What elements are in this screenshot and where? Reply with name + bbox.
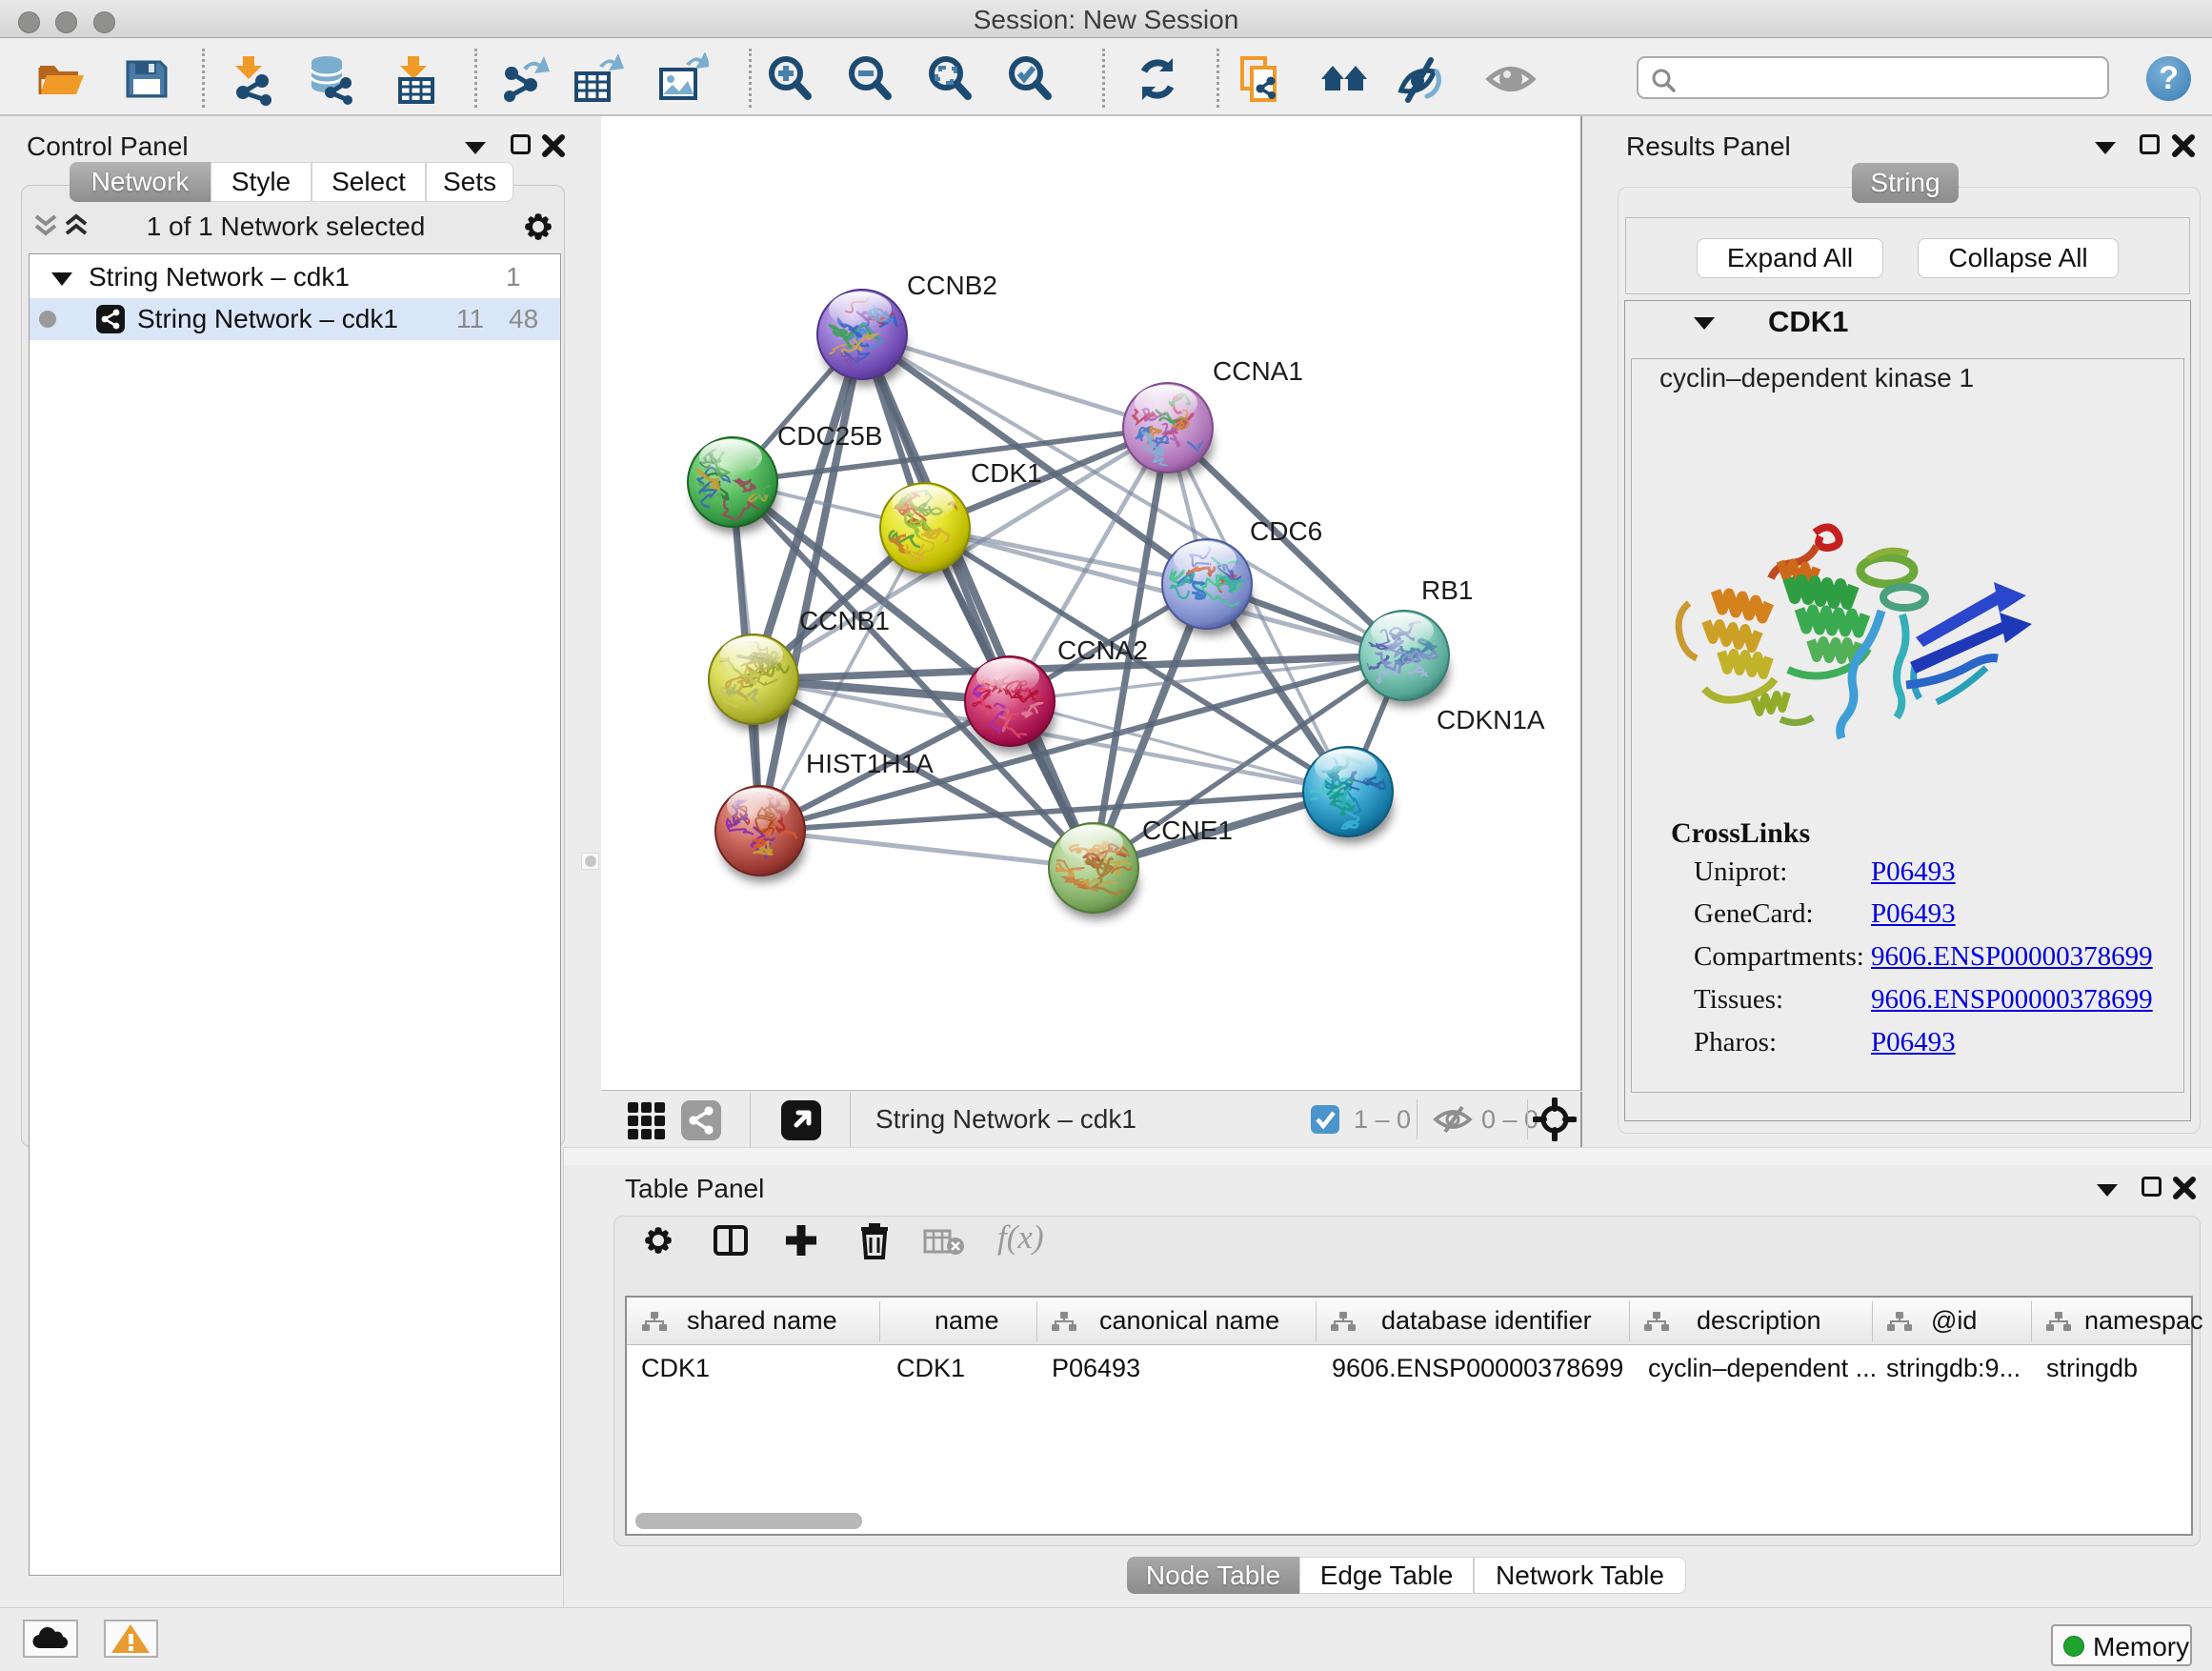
svg-text:CDK1: CDK1 <box>971 458 1042 488</box>
svg-text:CCNB1: CCNB1 <box>799 606 890 635</box>
svg-text:HIST1H1A: HIST1H1A <box>806 749 934 778</box>
svg-text:CCNA2: CCNA2 <box>1057 635 1148 665</box>
svg-text:CCNE1: CCNE1 <box>1142 815 1233 845</box>
svg-text:CDC6: CDC6 <box>1250 516 1322 546</box>
svg-text:RB1: RB1 <box>1421 575 1473 605</box>
svg-text:CDKN1A: CDKN1A <box>1437 705 1545 735</box>
svg-text:CCNA1: CCNA1 <box>1213 356 1303 386</box>
svg-text:CDC25B: CDC25B <box>777 421 882 451</box>
svg-text:CCNB2: CCNB2 <box>907 271 997 300</box>
